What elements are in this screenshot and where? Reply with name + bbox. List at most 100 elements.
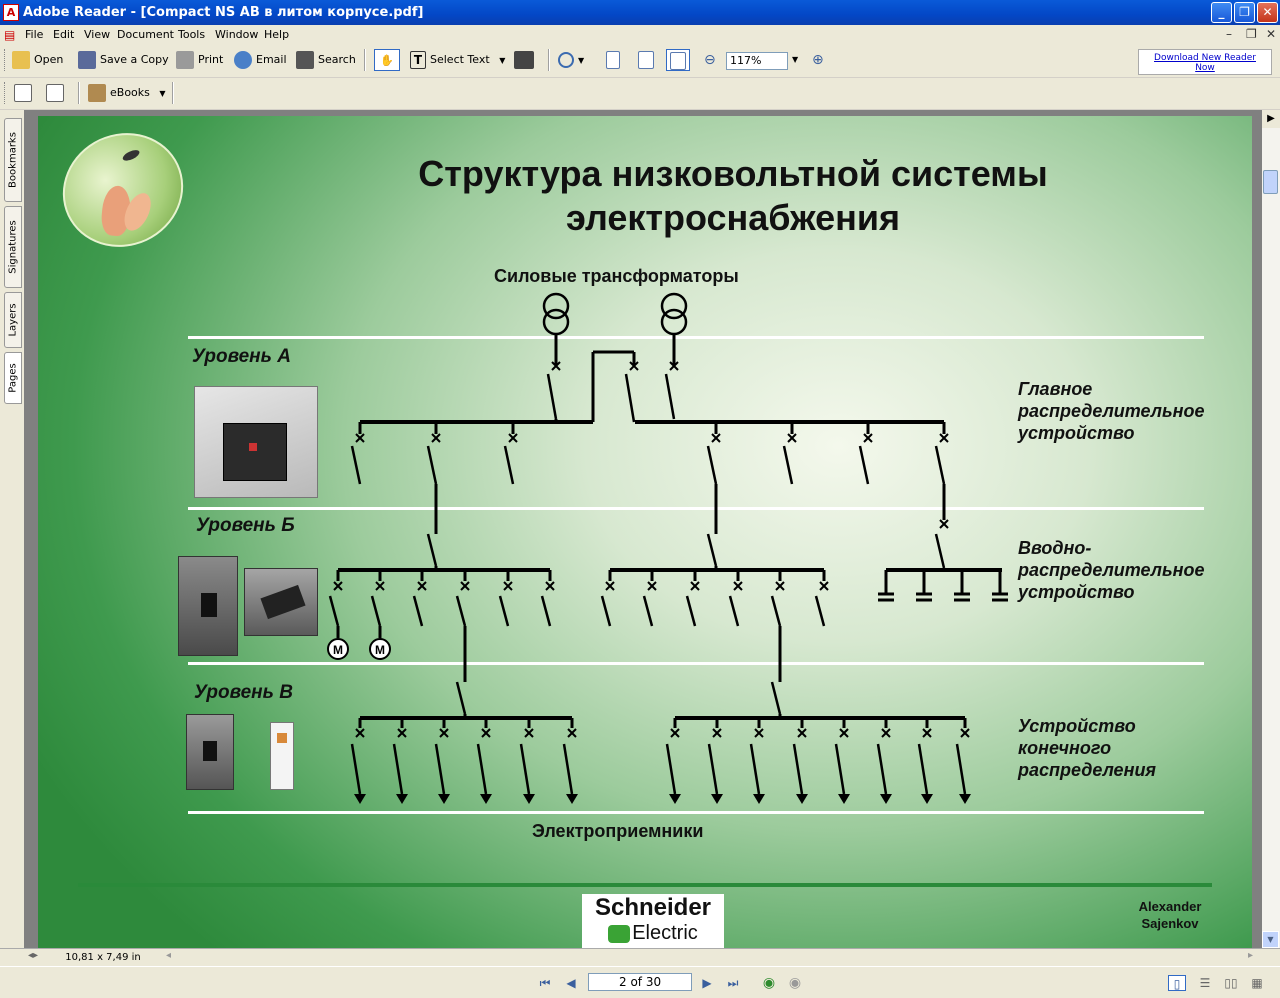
toolbar-separator — [78, 82, 80, 104]
first-page-icon[interactable]: ⏮ — [536, 975, 554, 991]
zoom-input[interactable]: 117% — [726, 52, 788, 70]
ebooks-button[interactable]: eBooks ▼ — [88, 82, 166, 104]
page-number-input[interactable]: 2 of 30 — [588, 973, 692, 991]
open-folder-icon — [12, 51, 30, 69]
continuous-view-icon[interactable]: ☰ — [1196, 975, 1214, 991]
hand-tool-button[interactable]: ✋ — [374, 49, 400, 71]
switch-blade — [834, 743, 846, 795]
zoom-out-button[interactable]: ⊖ — [704, 49, 716, 71]
horizontal-scrollbar[interactable]: ◂▸ ◂ ▸ — [0, 948, 1280, 966]
scroll-left-icon[interactable]: ◂ — [166, 950, 171, 961]
chevron-down-icon[interactable]: ▼ — [499, 56, 505, 65]
logo-line2-row: Electric — [582, 922, 724, 944]
footer-line — [78, 883, 1212, 887]
switch-blade — [546, 373, 558, 420]
download-reader-link[interactable]: Download New Reader Now — [1138, 49, 1272, 75]
facing-view-icon[interactable]: ▯▯ — [1222, 975, 1240, 991]
mdi-minimize-button[interactable]: – — [1226, 27, 1232, 41]
load-arrow — [796, 794, 808, 804]
ebooks-label: eBooks — [110, 86, 150, 99]
pages-button[interactable] — [46, 82, 68, 104]
fit-width-button[interactable] — [666, 49, 690, 71]
vertical-scrollbar[interactable]: ▲ ▼ — [1262, 110, 1280, 948]
switch-blade — [370, 595, 382, 627]
toolbar-separator — [172, 82, 174, 104]
minimize-button[interactable]: _ — [1211, 2, 1232, 23]
scroll-right-icon[interactable]: ▸ — [1248, 950, 1253, 961]
scrollbar-thumb[interactable] — [1263, 170, 1278, 194]
switch-blade — [503, 445, 515, 485]
switch-blade — [328, 595, 340, 627]
menu-edit[interactable]: Edit — [53, 28, 74, 41]
tab-signatures[interactable]: Signatures — [4, 206, 22, 288]
next-page-icon[interactable]: ▶ — [698, 975, 716, 991]
search-button[interactable]: Search — [296, 49, 356, 71]
load-arrow — [566, 794, 578, 804]
tab-signatures-label: Signatures — [7, 220, 19, 274]
go-back-icon[interactable]: ◉ — [760, 975, 778, 991]
switch-blade — [476, 743, 488, 795]
menu-bar: ▤ File Edit View Document Tools Window H… — [0, 25, 1280, 45]
page-size-readout: 10,81 x 7,49 in — [65, 952, 141, 963]
chevron-down-icon[interactable]: ▼ — [159, 89, 165, 98]
zoom-in-tool-button[interactable]: ▼ — [558, 49, 584, 71]
split-icon[interactable]: ◂▸ — [28, 950, 38, 961]
search-label: Search — [318, 53, 356, 66]
switch-blade — [782, 445, 794, 485]
actual-size-button[interactable] — [606, 49, 624, 71]
scroll-down-icon[interactable]: ▼ — [1262, 931, 1279, 948]
snapshot-button[interactable] — [514, 49, 538, 71]
page-icon — [606, 51, 620, 69]
zoom-dropdown-arrow[interactable]: ▼ — [792, 49, 798, 71]
menu-window[interactable]: Window — [215, 28, 258, 41]
fit-page-icon — [638, 51, 654, 69]
menu-file[interactable]: File — [25, 28, 43, 41]
close-button[interactable]: ✕ — [1257, 2, 1278, 23]
menu-document[interactable]: Document — [117, 28, 174, 41]
rotate-button[interactable] — [14, 82, 36, 104]
author-line2: Sajenkov — [1141, 916, 1199, 931]
tab-bookmarks[interactable]: Bookmarks — [4, 118, 22, 202]
logo-line2: Electric — [632, 922, 698, 944]
switch-blade — [685, 595, 697, 627]
last-page-icon[interactable]: ⏭ — [724, 975, 742, 991]
download-line2: Now — [1195, 63, 1215, 73]
tab-layers[interactable]: Layers — [4, 292, 22, 348]
document-icon[interactable]: ▤ — [4, 28, 15, 42]
toolbar-separator — [548, 49, 550, 71]
go-forward-icon[interactable]: ◉ — [786, 975, 804, 991]
main-toolbar: Open Save a Copy Print Email Search ✋ TS… — [0, 45, 1280, 78]
fit-width-icon — [670, 52, 686, 70]
menu-view[interactable]: View — [84, 28, 110, 41]
fit-page-button[interactable] — [638, 49, 658, 71]
switch-blade — [562, 743, 574, 795]
switch-blade — [624, 373, 636, 423]
download-line1: Download New Reader — [1154, 53, 1256, 63]
select-text-label: Select Text — [430, 53, 490, 66]
switch-blade — [642, 595, 654, 627]
tab-pages[interactable]: Pages — [4, 352, 22, 404]
zoom-in-icon: ⊕ — [812, 52, 824, 68]
load-arrow — [880, 794, 892, 804]
switch-blade — [426, 533, 438, 567]
chevron-down-icon[interactable]: ▼ — [578, 56, 584, 65]
open-button[interactable]: Open — [12, 49, 63, 71]
print-button[interactable]: Print — [176, 49, 223, 71]
save-copy-button[interactable]: Save a Copy — [78, 49, 169, 71]
menu-tools[interactable]: Tools — [178, 28, 205, 41]
panel-expand-icon[interactable]: ▶ — [1262, 110, 1280, 128]
mdi-close-button[interactable]: ✕ — [1266, 27, 1276, 41]
mdi-restore-button[interactable]: ❐ — [1246, 27, 1257, 41]
switch-blade — [519, 743, 531, 795]
switch-blade — [770, 681, 782, 715]
save-disk-icon — [78, 51, 96, 69]
continuous-facing-view-icon[interactable]: ▦ — [1248, 975, 1266, 991]
menu-help[interactable]: Help — [264, 28, 289, 41]
zoom-out-icon: ⊖ — [704, 52, 716, 68]
select-text-button[interactable]: T Select Text ▼ — [410, 49, 505, 71]
zoom-in-button[interactable]: ⊕ — [812, 49, 824, 71]
single-page-view-icon[interactable]: ▯ — [1168, 975, 1186, 991]
previous-page-icon[interactable]: ◀ — [562, 975, 580, 991]
email-button[interactable]: Email — [234, 49, 287, 71]
maximize-button[interactable]: ❐ — [1234, 2, 1255, 23]
